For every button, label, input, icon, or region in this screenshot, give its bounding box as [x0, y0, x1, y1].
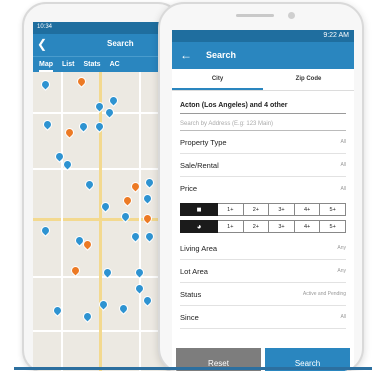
filter-value: All: [340, 314, 346, 320]
listing-pin[interactable]: [141, 294, 154, 307]
filter-label: Property Type: [180, 137, 227, 147]
back-arrow-icon[interactable]: ←: [180, 48, 192, 62]
listing-pin[interactable]: [103, 106, 116, 119]
map-header-title: Search: [107, 39, 134, 48]
filter-label: Living Area: [180, 243, 218, 253]
search-header: ← Search: [172, 42, 354, 69]
status-time: 10:34: [37, 24, 53, 30]
listing-pin[interactable]: [141, 192, 154, 205]
listing-pin[interactable]: [69, 264, 82, 277]
filter-living-area[interactable]: Living Area Any: [180, 237, 346, 260]
bath-option[interactable]: 3+: [269, 220, 295, 233]
bath-option[interactable]: 5+: [320, 220, 346, 233]
listing-pin[interactable]: [39, 224, 52, 237]
listing-pin[interactable]: [143, 176, 156, 189]
filter-sale-rental[interactable]: Sale/Rental All: [180, 154, 346, 177]
listing-pin[interactable]: [39, 78, 52, 91]
search-tabs: City Zip Code: [172, 69, 354, 91]
filter-value: All: [340, 162, 346, 168]
tab-zip-code[interactable]: Zip Code: [263, 69, 354, 90]
tab-ac[interactable]: AC: [110, 57, 120, 72]
bed-option[interactable]: 3+: [269, 203, 295, 216]
divider: [14, 367, 372, 370]
back-arrow-icon[interactable]: ❮: [37, 37, 47, 51]
filter-property-type[interactable]: Property Type All: [180, 131, 346, 154]
tab-map[interactable]: Map: [39, 57, 53, 72]
listing-pin[interactable]: [133, 282, 146, 295]
status-time: 9:22 AM: [323, 32, 349, 39]
tab-list[interactable]: List: [62, 57, 74, 72]
bed-icon: ■: [180, 203, 218, 216]
bath-option[interactable]: 4+: [294, 220, 321, 233]
filter-lot-area[interactable]: Lot Area Any: [180, 260, 346, 283]
address-search-input[interactable]: Search by Address (E.g: 123 Main): [180, 114, 346, 131]
filter-label: Lot Area: [180, 266, 208, 276]
tab-stats[interactable]: Stats: [83, 57, 100, 72]
bath-option[interactable]: 1+: [218, 220, 244, 233]
filter-value: All: [340, 185, 346, 192]
bathrooms-selector: ◕ 1+ 2+ 3+ 4+ 5+: [180, 220, 346, 233]
filter-label: Price: [180, 184, 198, 193]
filter-price[interactable]: Price All: [180, 177, 346, 200]
map-road: [99, 72, 102, 371]
listing-pin[interactable]: [121, 194, 134, 207]
filter-value: All: [340, 139, 346, 145]
listing-pin[interactable]: [75, 75, 88, 88]
bathtub-icon: ◕: [180, 220, 218, 233]
listing-pin[interactable]: [107, 94, 120, 107]
app-showcase: 10:34 ❮ Search Map List Stats AC 9:22 AM…: [0, 0, 382, 371]
page-title: Search: [206, 50, 237, 60]
tab-city[interactable]: City: [172, 69, 263, 90]
filter-value: Any: [337, 245, 346, 251]
filter-since[interactable]: Since All: [180, 306, 346, 329]
filter-status[interactable]: Status Active and Pending: [180, 283, 346, 306]
bedrooms-selector: ■ 1+ 2+ 3+ 4+ 5+: [180, 203, 346, 216]
filter-label: Status: [180, 289, 202, 299]
listing-pin[interactable]: [81, 310, 94, 323]
filter-value: Active and Pending: [302, 291, 346, 297]
map-road: [61, 72, 63, 371]
listing-pin[interactable]: [141, 212, 154, 225]
bed-option[interactable]: 5+: [320, 203, 346, 216]
listing-pin[interactable]: [83, 178, 96, 191]
bath-option[interactable]: 2+: [243, 220, 270, 233]
speaker-grille: [236, 14, 274, 17]
filter-value: Any: [337, 268, 346, 274]
camera-lens: [288, 12, 295, 19]
listing-pin[interactable]: [41, 118, 54, 131]
listing-pin[interactable]: [117, 302, 130, 315]
status-bar: 9:22 AM: [172, 30, 354, 42]
map-road: [139, 72, 141, 371]
listing-pin[interactable]: [63, 126, 76, 139]
bed-option[interactable]: 2+: [243, 203, 270, 216]
area-selector[interactable]: Acton (Los Angeles) and 4 other: [180, 91, 346, 114]
bed-option[interactable]: 1+: [218, 203, 244, 216]
search-phone: 9:22 AM ← Search City Zip Code Acton (Lo…: [158, 2, 364, 371]
search-screen: 9:22 AM ← Search City Zip Code Acton (Lo…: [172, 30, 354, 371]
listing-pin[interactable]: [77, 120, 90, 133]
bed-option[interactable]: 4+: [294, 203, 321, 216]
filter-form: Acton (Los Angeles) and 4 other Search b…: [172, 91, 354, 329]
filter-label: Sale/Rental: [180, 160, 219, 170]
filter-label: Since: [180, 312, 199, 322]
listing-pin[interactable]: [93, 120, 106, 133]
listing-pin[interactable]: [143, 230, 156, 243]
